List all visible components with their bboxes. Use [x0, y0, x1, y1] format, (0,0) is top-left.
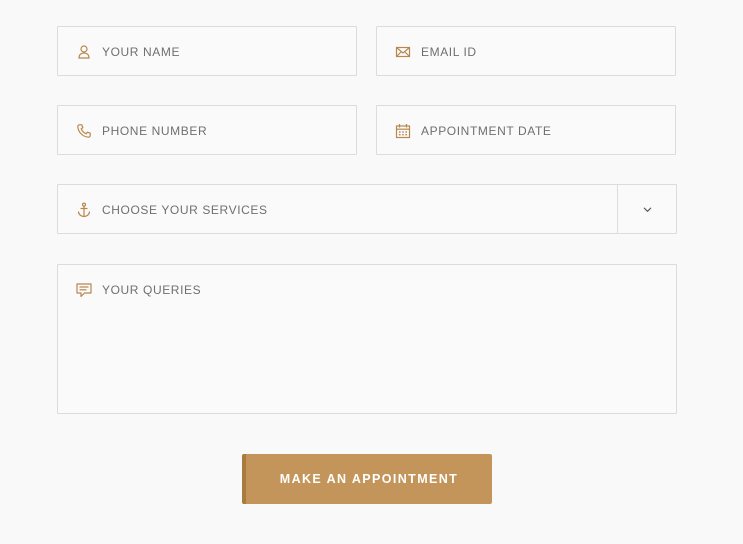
name-field-placeholder: YOUR NAME	[102, 45, 181, 59]
email-field-placeholder: EMAIL ID	[421, 45, 477, 59]
make-appointment-button[interactable]: MAKE AN APPOINTMENT	[242, 454, 492, 504]
email-field[interactable]: EMAIL ID	[376, 26, 676, 76]
chevron-down-icon[interactable]	[618, 185, 676, 233]
phone-field-placeholder: PHONE NUMBER	[102, 124, 208, 138]
appointment-date-field[interactable]: APPOINTMENT DATE	[376, 105, 676, 155]
services-select-value: CHOOSE YOUR SERVICES	[102, 203, 268, 217]
appointment-form: YOUR NAME EMAIL ID PHONE NUMBER APPOINTM…	[0, 0, 743, 544]
name-field[interactable]: YOUR NAME	[57, 26, 357, 76]
services-select[interactable]: CHOOSE YOUR SERVICES	[57, 184, 677, 234]
envelope-icon	[395, 44, 411, 60]
anchor-icon	[76, 202, 92, 218]
user-icon	[76, 44, 92, 60]
calendar-icon	[395, 123, 411, 139]
queries-placeholder: YOUR QUERIES	[102, 283, 202, 297]
queries-textarea[interactable]: YOUR QUERIES	[57, 264, 677, 414]
phone-field[interactable]: PHONE NUMBER	[57, 105, 357, 155]
appointment-date-placeholder: APPOINTMENT DATE	[421, 124, 552, 138]
comment-icon	[76, 282, 92, 298]
phone-icon	[76, 123, 92, 139]
